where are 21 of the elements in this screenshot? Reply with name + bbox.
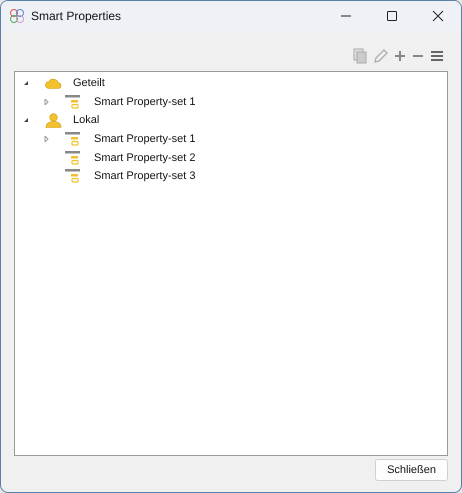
expander-icon[interactable] bbox=[23, 117, 29, 124]
property-set-icon bbox=[65, 169, 81, 184]
tree-item[interactable]: Smart Property-set 1 bbox=[94, 133, 196, 146]
app-icon bbox=[9, 8, 25, 24]
tree-item[interactable]: Smart Property-set 2 bbox=[94, 152, 196, 164]
window-title: Smart Properties bbox=[31, 9, 122, 23]
tree-item[interactable]: Geteilt bbox=[73, 77, 105, 90]
property-set-icon bbox=[65, 132, 81, 146]
property-set-icon bbox=[65, 150, 81, 165]
expander-icon[interactable] bbox=[23, 80, 29, 86]
user-icon bbox=[45, 112, 62, 128]
cloud-icon bbox=[45, 77, 62, 90]
close-button[interactable]: Schließen bbox=[375, 459, 448, 481]
plus-icon[interactable] bbox=[394, 50, 406, 62]
tree-item[interactable]: Lokal bbox=[73, 114, 100, 126]
maximize-icon[interactable] bbox=[386, 10, 398, 22]
tree-item[interactable]: Smart Property-set 1 bbox=[94, 96, 196, 108]
tree-item[interactable]: Smart Property-set 3 bbox=[94, 170, 196, 182]
close-icon[interactable] bbox=[432, 10, 444, 22]
property-set-icon bbox=[65, 94, 81, 109]
menu-icon[interactable] bbox=[430, 50, 444, 62]
